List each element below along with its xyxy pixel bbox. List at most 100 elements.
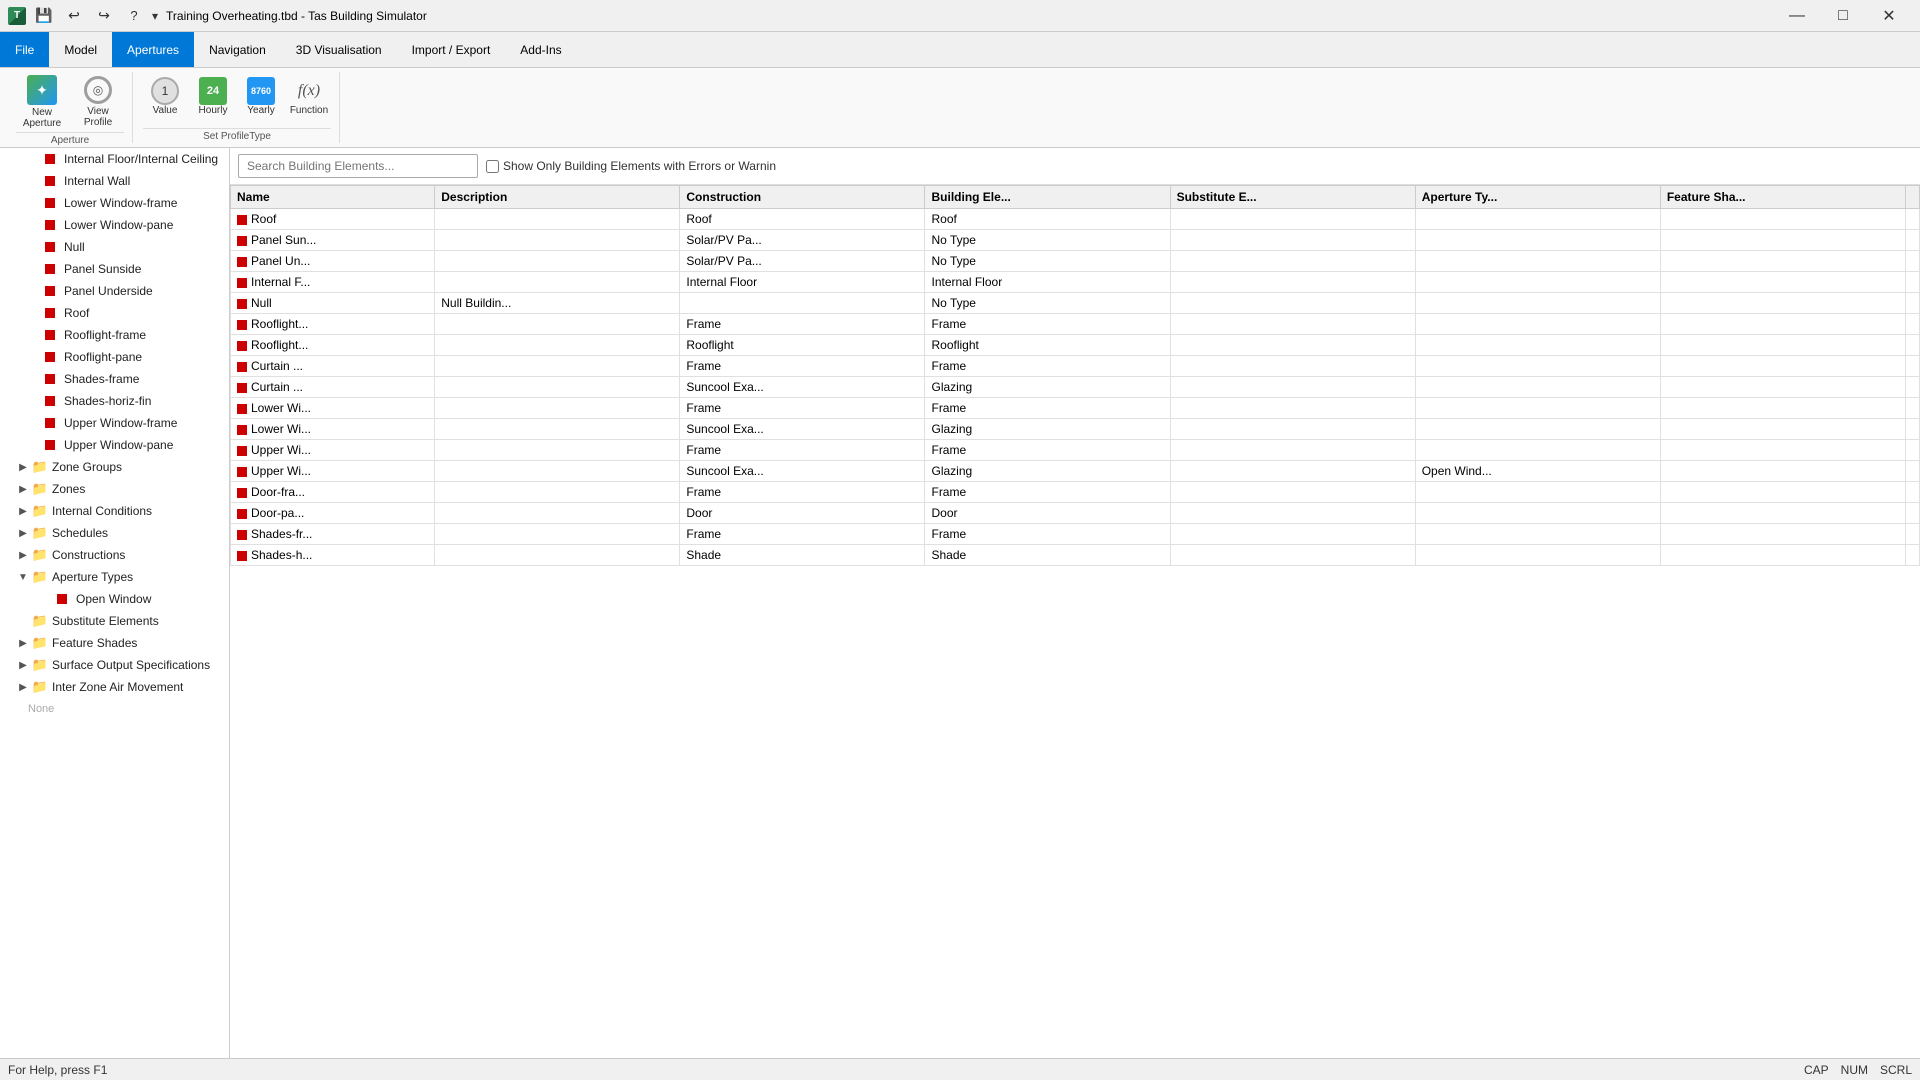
view-profile-btn[interactable]: ◎ ViewProfile: [72, 74, 124, 130]
table-row[interactable]: Curtain ...FrameFrame: [231, 356, 1920, 377]
cell-6-2: Rooflight: [680, 335, 925, 356]
sidebar-item-roof[interactable]: Roof: [0, 302, 229, 324]
yearly-btn[interactable]: 8760 Yearly: [239, 74, 283, 126]
menu-add-ins[interactable]: Add-Ins: [505, 32, 576, 67]
table-row[interactable]: Rooflight...FrameFrame: [231, 314, 1920, 335]
sidebar-item-substitute-elements[interactable]: 📁Substitute Elements: [0, 610, 229, 632]
table-row[interactable]: Lower Wi...Suncool Exa...Glazing: [231, 419, 1920, 440]
errors-filter-checkbox[interactable]: [486, 160, 499, 173]
sidebar-item-zone-groups[interactable]: ▶📁Zone Groups: [0, 456, 229, 478]
cell-7-1: [435, 356, 680, 377]
folder-icon: 📁: [32, 459, 48, 475]
sidebar-item-null[interactable]: Null: [0, 236, 229, 258]
sidebar-item-none: None: [0, 698, 229, 720]
menu-import-export[interactable]: Import / Export: [397, 32, 506, 67]
cell-2-3: No Type: [925, 251, 1170, 272]
table-row[interactable]: Shades-h...ShadeShade: [231, 545, 1920, 566]
menu-3d-vis[interactable]: 3D Visualisation: [281, 32, 397, 67]
sidebar-item-constructions[interactable]: ▶📁Constructions: [0, 544, 229, 566]
table-row[interactable]: RoofRoofRoof: [231, 209, 1920, 230]
sidebar-item-open-window[interactable]: Open Window: [0, 588, 229, 610]
sidebar-item-panel-underside[interactable]: Panel Underside: [0, 280, 229, 302]
table-row[interactable]: Upper Wi...FrameFrame: [231, 440, 1920, 461]
col-header-5[interactable]: Aperture Ty...: [1415, 186, 1660, 209]
table-row[interactable]: Door-fra...FrameFrame: [231, 482, 1920, 503]
sidebar-item-shades-horiz-fin[interactable]: Shades-horiz-fin: [0, 390, 229, 412]
sidebar-item-surface-output-spec[interactable]: ▶📁Surface Output Specifications: [0, 654, 229, 676]
resize-cell: [1906, 314, 1920, 335]
sidebar-item-schedules[interactable]: ▶📁Schedules: [0, 522, 229, 544]
cell-16-4: [1170, 545, 1415, 566]
value-btn[interactable]: 1 Value: [143, 74, 187, 126]
expand-icon: ▼: [16, 570, 30, 584]
tree-item-label: Internal Wall: [64, 174, 130, 188]
expand-icon: ▶: [16, 658, 30, 672]
sidebar-item-lower-window-pane[interactable]: Lower Window-pane: [0, 214, 229, 236]
toolbar-undo-btn[interactable]: ↩: [62, 4, 86, 28]
close-btn[interactable]: ✕: [1866, 0, 1912, 32]
sidebar-item-upper-window-frame[interactable]: Upper Window-frame: [0, 412, 229, 434]
row-icon: [237, 299, 247, 309]
sidebar-item-lower-window-frame[interactable]: Lower Window-frame: [0, 192, 229, 214]
sidebar-item-inter-zone-air[interactable]: ▶📁Inter Zone Air Movement: [0, 676, 229, 698]
expand-icon: ▶: [16, 504, 30, 518]
menu-navigation[interactable]: Navigation: [194, 32, 281, 67]
cell-3-3: Internal Floor: [925, 272, 1170, 293]
menu-file[interactable]: File: [0, 32, 49, 67]
menu-model[interactable]: Model: [49, 32, 112, 67]
toolbar-redo-btn[interactable]: ↪: [92, 4, 116, 28]
sidebar-item-shades-frame[interactable]: Shades-frame: [0, 368, 229, 390]
tree-item-label: Internal Conditions: [52, 504, 152, 518]
col-header-6[interactable]: Feature Sha...: [1660, 186, 1905, 209]
sidebar-item-zones[interactable]: ▶📁Zones: [0, 478, 229, 500]
cell-4-3: No Type: [925, 293, 1170, 314]
toolbar-save-btn[interactable]: 💾: [32, 4, 56, 28]
expand-icon: [28, 372, 42, 386]
maximize-btn[interactable]: □: [1820, 0, 1866, 32]
tree-item-label: Panel Underside: [64, 284, 153, 298]
sidebar-item-aperture-types[interactable]: ▼📁Aperture Types: [0, 566, 229, 588]
item-icon: [44, 415, 60, 431]
resize-cell: [1906, 545, 1920, 566]
cell-16-5: [1415, 545, 1660, 566]
hourly-btn[interactable]: 24 Hourly: [191, 74, 235, 126]
sidebar-item-upper-window-pane[interactable]: Upper Window-pane: [0, 434, 229, 456]
search-input[interactable]: [238, 154, 478, 178]
table-row[interactable]: NullNull Buildin...No Type: [231, 293, 1920, 314]
table-row[interactable]: Panel Sun...Solar/PV Pa...No Type: [231, 230, 1920, 251]
cell-16-0: Shades-h...: [231, 545, 435, 566]
view-profile-icon: ◎: [82, 76, 114, 104]
toolbar-help-btn[interactable]: ?: [122, 4, 146, 28]
table-row[interactable]: Panel Un...Solar/PV Pa...No Type: [231, 251, 1920, 272]
cell-3-0: Internal F...: [231, 272, 435, 293]
sidebar-item-internal-wall[interactable]: Internal Wall: [0, 170, 229, 192]
sidebar-item-rooflight-frame[interactable]: Rooflight-frame: [0, 324, 229, 346]
col-header-2[interactable]: Construction: [680, 186, 925, 209]
minimize-btn[interactable]: —: [1774, 0, 1820, 32]
table-row[interactable]: Upper Wi...Suncool Exa...GlazingOpen Win…: [231, 461, 1920, 482]
tree-item-label: Open Window: [76, 592, 151, 606]
table-row[interactable]: Internal F...Internal FloorInternal Floo…: [231, 272, 1920, 293]
function-btn[interactable]: f(x) Function: [287, 74, 331, 126]
sidebar-item-internal-floor[interactable]: Internal Floor/Internal Ceiling: [0, 148, 229, 170]
sidebar-item-internal-conditions[interactable]: ▶📁Internal Conditions: [0, 500, 229, 522]
cell-12-3: Glazing: [925, 461, 1170, 482]
table-row[interactable]: Door-pa...DoorDoor: [231, 503, 1920, 524]
sidebar-item-rooflight-pane[interactable]: Rooflight-pane: [0, 346, 229, 368]
expand-icon: [16, 614, 30, 628]
new-aperture-btn[interactable]: ✦ NewAperture: [16, 74, 68, 130]
sidebar-item-panel-sunside[interactable]: Panel Sunside: [0, 258, 229, 280]
cell-6-3: Rooflight: [925, 335, 1170, 356]
table-row[interactable]: Curtain ...Suncool Exa...Glazing: [231, 377, 1920, 398]
col-header-1[interactable]: Description: [435, 186, 680, 209]
cell-12-0: Upper Wi...: [231, 461, 435, 482]
table-row[interactable]: Shades-fr...FrameFrame: [231, 524, 1920, 545]
col-header-3[interactable]: Building Ele...: [925, 186, 1170, 209]
cell-2-4: [1170, 251, 1415, 272]
table-row[interactable]: Rooflight...RooflightRooflight: [231, 335, 1920, 356]
col-header-4[interactable]: Substitute E...: [1170, 186, 1415, 209]
table-row[interactable]: Lower Wi...FrameFrame: [231, 398, 1920, 419]
col-header-0[interactable]: Name: [231, 186, 435, 209]
sidebar-item-feature-shades[interactable]: ▶📁Feature Shades: [0, 632, 229, 654]
menu-apertures[interactable]: Apertures: [112, 32, 194, 67]
